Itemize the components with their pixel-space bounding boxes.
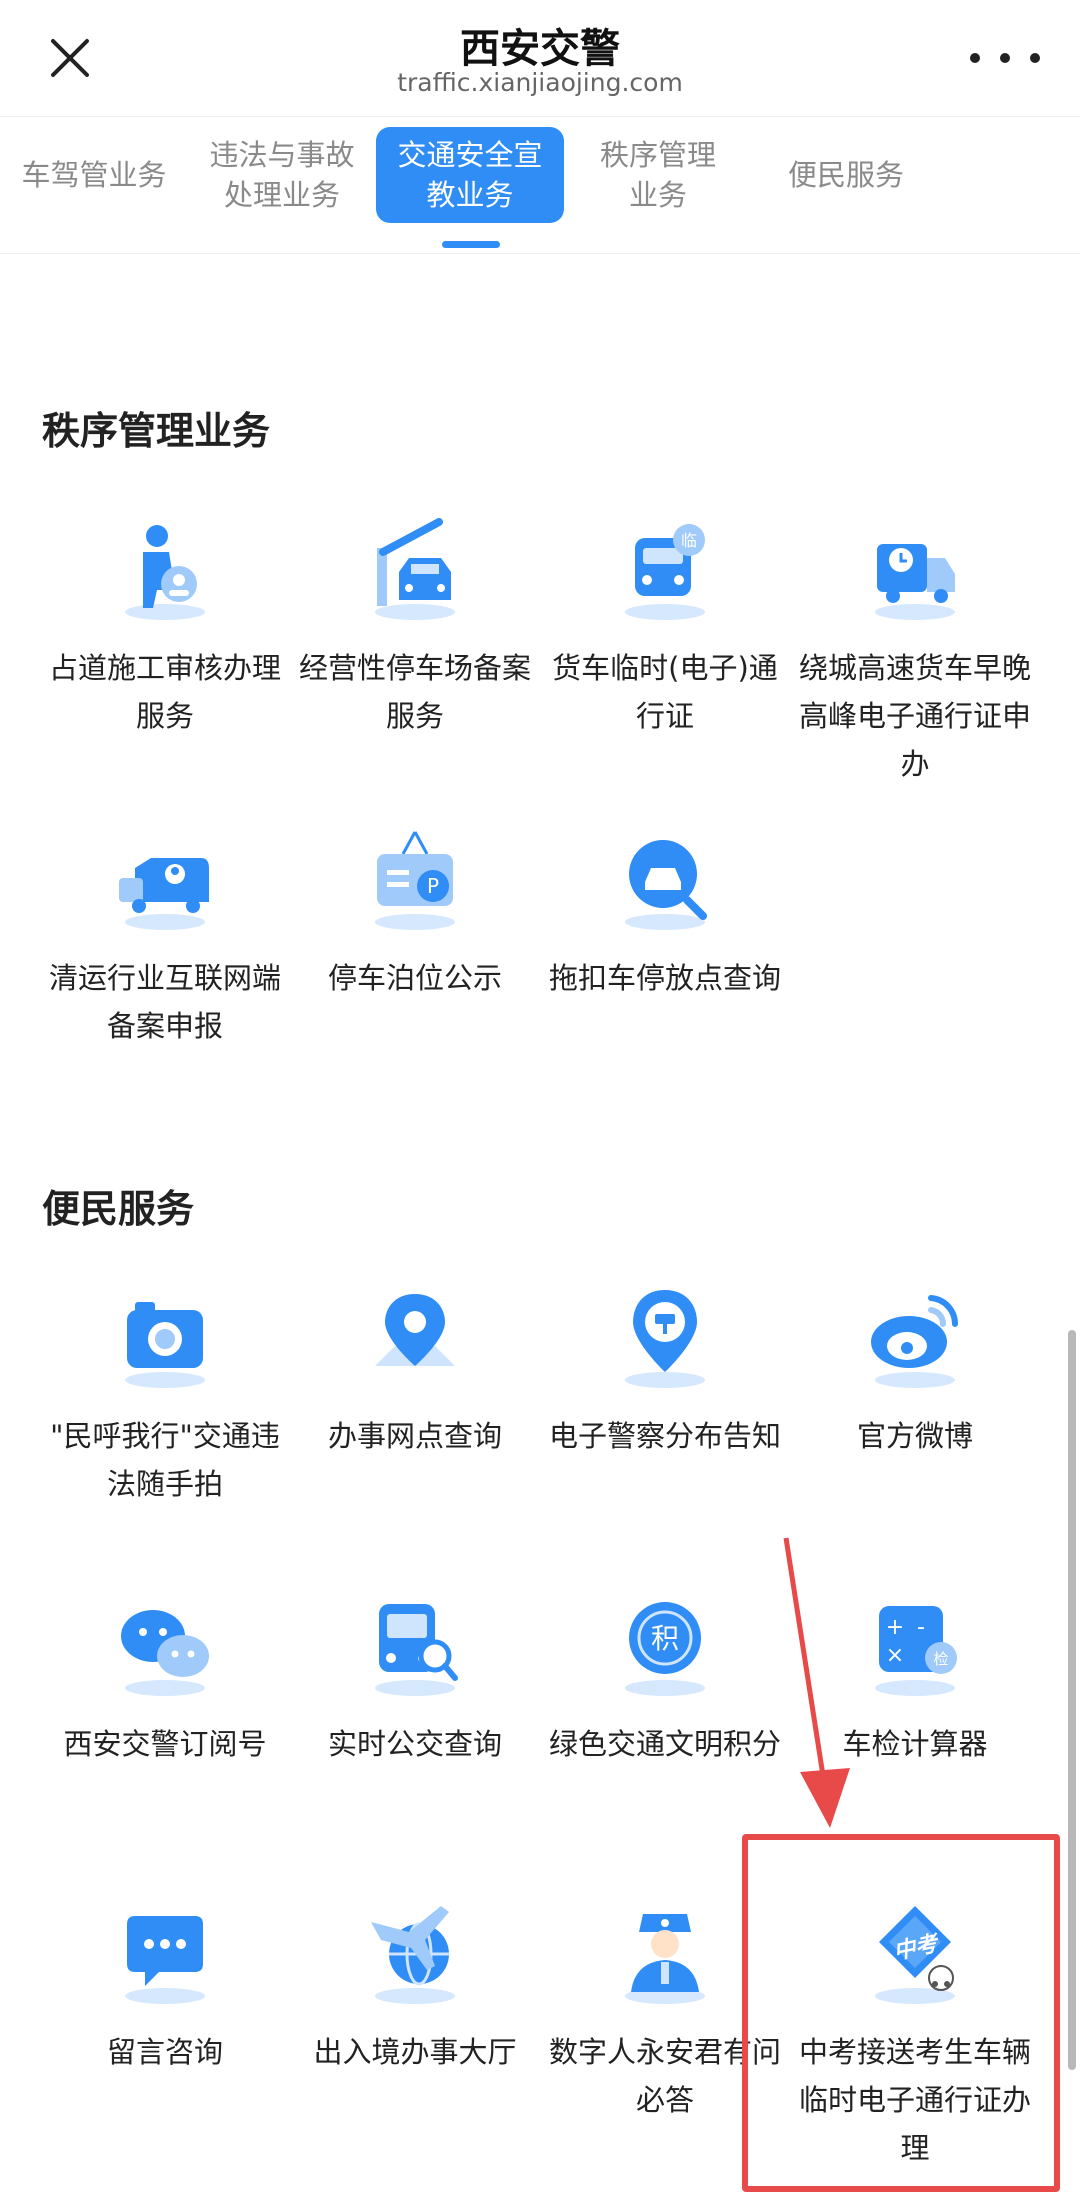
page-url: traffic.xianjiaojing.com — [397, 68, 683, 97]
category-tabs: 车驾管业务 违法与事故 处理业务 交通安全宣 教业务 秩序管理 业务 便民服务 — [0, 116, 1080, 254]
page-title: 西安交警 — [460, 26, 620, 72]
top-bar: 西安交警 traffic.xianjiaojing.com — [0, 0, 1080, 116]
service-item-cleaning-industry-filing[interactable]: 清运行业互联网端备案申报 — [40, 818, 290, 1050]
svg-text:积: 积 — [651, 1622, 679, 1655]
tab-vehicle-driver[interactable]: 车驾管业务 — [0, 127, 188, 223]
svg-text:检: 检 — [933, 1650, 948, 1668]
service-item-entry-exit-hall[interactable]: 出入境办事大厅 — [290, 1892, 540, 2076]
service-item-construction-approval[interactable]: 占道施工审核办理服务 — [40, 508, 290, 740]
parking-sign-icon: P — [355, 818, 475, 938]
wechat-icon — [105, 1584, 225, 1704]
points-icon: 积 — [605, 1584, 725, 1704]
service-item-e-police-distribution[interactable]: 电子警察分布告知 — [540, 1276, 790, 1460]
section-title-order-management: 秩序管理业务 — [42, 409, 271, 453]
svg-text:×: × — [886, 1643, 904, 1668]
truck-clock-icon — [855, 508, 975, 628]
svg-text:P: P — [427, 874, 439, 898]
service-item-message-consult[interactable]: 留言咨询 — [40, 1892, 290, 2076]
annotation-arrow — [783, 1537, 850, 1828]
svg-text:临: 临 — [681, 531, 697, 550]
car-search-icon — [605, 818, 725, 938]
construction-worker-icon — [105, 508, 225, 628]
message-icon — [105, 1892, 225, 2012]
calculator-icon: + - × 检 — [855, 1584, 975, 1704]
tab-violation-accident[interactable]: 违法与事故 处理业务 — [188, 127, 376, 223]
camera-icon — [105, 1276, 225, 1396]
airplane-globe-icon — [355, 1892, 475, 2012]
tab-order-management[interactable]: 秩序管理 业务 — [564, 127, 752, 223]
svg-text:+: + — [886, 1615, 904, 1640]
service-item-ring-expressway-truck-pass[interactable]: 绕城高速货车早晚高峰电子通行证申办 — [790, 508, 1040, 788]
tab-safety-education[interactable]: 交通安全宣 教业务 — [376, 127, 564, 223]
section-title-convenience: 便民服务 — [42, 1187, 195, 1231]
service-item-truck-temp-pass[interactable]: 临 货车临时(电子)通行证 — [540, 508, 790, 740]
garbage-truck-icon — [105, 818, 225, 938]
tab-convenience[interactable]: 便民服务 — [752, 127, 940, 223]
service-item-towed-car-lookup[interactable]: 拖扣车停放点查询 — [540, 818, 790, 1002]
location-pin-icon — [355, 1276, 475, 1396]
parking-gate-icon — [355, 508, 475, 628]
service-item-green-points[interactable]: 积 绿色交通文明积分 — [540, 1584, 790, 1768]
bus-search-icon — [355, 1584, 475, 1704]
service-item-wechat-subscription[interactable]: 西安交警订阅号 — [40, 1584, 290, 1768]
service-item-parking-berth-notice[interactable]: P 停车泊位公示 — [290, 818, 540, 1002]
service-item-report-violation[interactable]: "民呼我行"交通违法随手拍 — [40, 1276, 290, 1508]
service-item-parking-lot-filing[interactable]: 经营性停车场备案服务 — [290, 508, 540, 740]
weibo-icon — [855, 1276, 975, 1396]
service-item-office-locator[interactable]: 办事网点查询 — [290, 1276, 540, 1460]
service-item-official-weibo[interactable]: 官方微博 — [790, 1276, 1040, 1460]
active-tab-indicator — [442, 241, 500, 248]
service-item-realtime-bus[interactable]: 实时公交查询 — [290, 1584, 540, 1768]
traffic-camera-pin-icon — [605, 1276, 725, 1396]
truck-temp-pass-icon: 临 — [605, 508, 725, 628]
more-options-icon[interactable] — [970, 40, 1040, 76]
digital-officer-icon — [605, 1892, 725, 2012]
svg-text:-: - — [917, 1615, 925, 1640]
annotation-highlight-box — [742, 1834, 1060, 2192]
scrollbar[interactable] — [1068, 1330, 1076, 2070]
